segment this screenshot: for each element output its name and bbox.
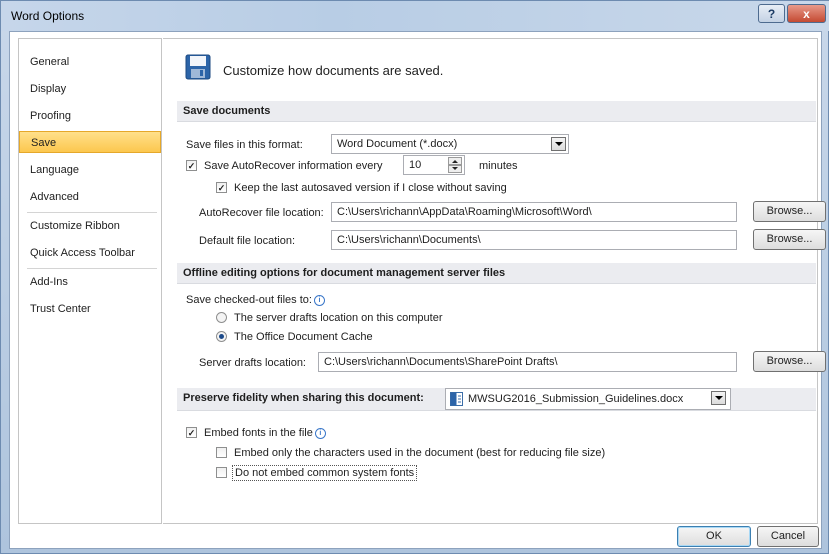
nav-item-display[interactable]: Display [19, 78, 161, 100]
server-drafts-input[interactable]: C:\Users\richann\Documents\SharePoint Dr… [318, 352, 737, 372]
server-drafts-value: C:\Users\richann\Documents\SharePoint Dr… [324, 356, 558, 368]
server-drafts-browse-button[interactable]: Browse... [753, 351, 826, 372]
autorecover-location-input[interactable]: C:\Users\richann\AppData\Roaming\Microso… [331, 202, 737, 222]
info-icon[interactable]: i [313, 295, 325, 306]
section-header-save-documents: Save documents [177, 101, 816, 122]
autorecover-checkbox[interactable]: ✓ [186, 160, 197, 171]
do-not-embed-common-fonts-label: Do not embed common system fonts [232, 465, 418, 481]
autorecover-browse-button[interactable]: Browse... [753, 201, 826, 222]
nav-separator [27, 212, 157, 213]
default-location-browse-button[interactable]: Browse... [753, 229, 826, 250]
preserve-fidelity-label: Preserve fidelity when sharing this docu… [183, 392, 424, 404]
default-location-input[interactable]: C:\Users\richann\Documents\ [331, 230, 737, 250]
title-bar[interactable]: Word Options ? x [1, 1, 829, 31]
nav-item-advanced[interactable]: Advanced [19, 186, 161, 208]
minutes-label: minutes [479, 160, 518, 172]
radio-office-document-cache-label: The Office Document Cache [234, 331, 373, 343]
save-checked-out-label: Save checked-out files to: i [186, 294, 325, 306]
format-label: Save files in this format: [186, 139, 303, 151]
server-drafts-label: Server drafts location: [199, 357, 306, 369]
nav-item-add-ins[interactable]: Add-Ins [19, 271, 161, 293]
section-header-offline-editing: Offline editing options for document man… [177, 263, 816, 284]
word-document-icon [450, 392, 463, 406]
embed-fonts-checkbox[interactable]: ✓ [186, 427, 197, 438]
close-icon: x [803, 6, 810, 21]
radio-server-drafts[interactable] [216, 312, 227, 323]
cancel-button[interactable]: Cancel [757, 526, 819, 547]
nav-item-trust-center[interactable]: Trust Center [19, 298, 161, 320]
autorecover-label: Save AutoRecover information every [204, 160, 383, 172]
floppy-disk-icon [185, 54, 211, 80]
default-location-value: C:\Users\richann\Documents\ [337, 234, 481, 246]
chevron-down-icon[interactable] [551, 137, 566, 151]
save-settings-panel: Customize how documents are saved. Save … [163, 38, 826, 524]
word-options-window: Word Options ? x General Display Proofin… [0, 0, 829, 554]
nav-item-proofing[interactable]: Proofing [19, 105, 161, 127]
autorecover-minutes-stepper[interactable]: 10 [403, 155, 465, 175]
keep-last-autosaved-checkbox[interactable]: ✓ [216, 182, 227, 193]
page-title: Customize how documents are saved. [223, 63, 444, 78]
ok-button[interactable]: OK [677, 526, 751, 547]
keep-last-autosaved-label: Keep the last autosaved version if I clo… [234, 182, 507, 194]
embed-only-used-characters-checkbox[interactable] [216, 447, 227, 458]
radio-server-drafts-label: The server drafts location on this compu… [234, 312, 443, 324]
help-icon: ? [767, 6, 776, 21]
fidelity-document-value: MWSUG2016_Submission_Guidelines.docx [468, 393, 684, 405]
nav-item-language[interactable]: Language [19, 159, 161, 181]
close-button[interactable]: x [787, 4, 826, 23]
embed-fonts-label: Embed fonts in the file [204, 427, 313, 439]
nav-item-quick-access-toolbar[interactable]: Quick Access Toolbar [19, 242, 161, 264]
dialog-client: General Display Proofing Save Language A… [9, 31, 826, 549]
fidelity-document-select[interactable]: MWSUG2016_Submission_Guidelines.docx [445, 388, 731, 410]
do-not-embed-common-fonts-checkbox[interactable] [216, 467, 227, 478]
format-select[interactable]: Word Document (*.docx) [331, 134, 569, 154]
radio-office-document-cache[interactable] [216, 331, 227, 342]
spin-arrows-icon[interactable] [448, 157, 462, 173]
nav-item-general[interactable]: General [19, 51, 161, 73]
embed-fonts-row: Embed fonts in the file i [204, 427, 326, 439]
format-select-value: Word Document (*.docx) [337, 138, 458, 150]
autorecover-location-label: AutoRecover file location: [199, 207, 324, 219]
window-title: Word Options [11, 9, 85, 23]
autorecover-minutes-value: 10 [409, 159, 422, 171]
default-location-label: Default file location: [199, 235, 295, 247]
embed-only-used-characters-label: Embed only the characters used in the do… [234, 447, 606, 459]
help-button[interactable]: ? [758, 4, 785, 23]
nav-item-customize-ribbon[interactable]: Customize Ribbon [19, 215, 161, 237]
chevron-down-icon[interactable] [711, 391, 726, 405]
info-icon[interactable]: i [314, 428, 326, 439]
category-nav: General Display Proofing Save Language A… [18, 38, 162, 524]
nav-item-save[interactable]: Save [19, 131, 161, 153]
nav-separator [27, 268, 157, 269]
autorecover-location-value: C:\Users\richann\AppData\Roaming\Microso… [337, 206, 592, 218]
